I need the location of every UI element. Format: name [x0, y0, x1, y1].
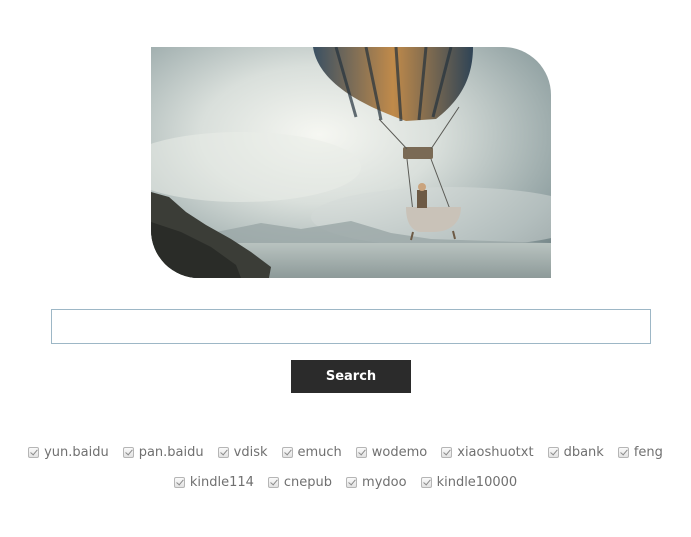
- checkbox-cnepub[interactable]: [267, 477, 279, 488]
- checkbox-xiaoshuotxt[interactable]: [441, 447, 453, 458]
- source-option-mydoo[interactable]: mydoo: [346, 475, 407, 490]
- source-option-dbank[interactable]: dbank: [547, 445, 604, 460]
- source-option-pan-baidu[interactable]: pan.baidu: [122, 445, 204, 460]
- source-option-wodemo[interactable]: wodemo: [355, 445, 428, 460]
- checkbox-dbank[interactable]: [547, 447, 559, 458]
- hero-image: [151, 47, 551, 278]
- checkbox-kindle10000[interactable]: [420, 477, 432, 488]
- checkbox-mydoo[interactable]: [346, 477, 358, 488]
- source-label: kindle10000: [436, 475, 518, 490]
- source-label: kindle114: [189, 475, 254, 490]
- source-option-feng[interactable]: feng: [617, 445, 663, 460]
- source-label: emuch: [297, 445, 342, 460]
- source-option-cnepub[interactable]: cnepub: [267, 475, 333, 490]
- source-option-kindle114[interactable]: kindle114: [173, 475, 254, 490]
- source-options-row-1: yun.baidu pan.baidu vdisk emuch wodemo x…: [0, 445, 691, 460]
- source-option-yun-baidu[interactable]: yun.baidu: [28, 445, 109, 460]
- source-option-xiaoshuotxt[interactable]: xiaoshuotxt: [441, 445, 534, 460]
- source-label: mydoo: [362, 475, 407, 490]
- source-option-kindle10000[interactable]: kindle10000: [420, 475, 518, 490]
- checkbox-feng[interactable]: [617, 447, 629, 458]
- source-label: cnepub: [283, 475, 333, 490]
- checkbox-pan-baidu[interactable]: [122, 447, 134, 458]
- source-label: dbank: [563, 445, 604, 460]
- search-input[interactable]: [51, 309, 651, 344]
- source-label: yun.baidu: [44, 445, 109, 460]
- checkbox-wodemo[interactable]: [355, 447, 367, 458]
- source-option-vdisk[interactable]: vdisk: [217, 445, 268, 460]
- source-label: feng: [633, 445, 663, 460]
- search-page: Search yun.baidu pan.baidu vdisk emuch w…: [0, 0, 691, 537]
- source-options-row-2: kindle114 cnepub mydoo kindle10000: [0, 475, 691, 490]
- source-label: vdisk: [233, 445, 268, 460]
- source-option-emuch[interactable]: emuch: [281, 445, 342, 460]
- source-label: xiaoshuotxt: [457, 445, 534, 460]
- checkbox-yun-baidu[interactable]: [28, 447, 40, 458]
- search-button[interactable]: Search: [291, 360, 411, 393]
- checkbox-vdisk[interactable]: [217, 447, 229, 458]
- source-label: wodemo: [371, 445, 428, 460]
- source-label: pan.baidu: [138, 445, 204, 460]
- checkbox-emuch[interactable]: [281, 447, 293, 458]
- checkbox-kindle114[interactable]: [173, 477, 185, 488]
